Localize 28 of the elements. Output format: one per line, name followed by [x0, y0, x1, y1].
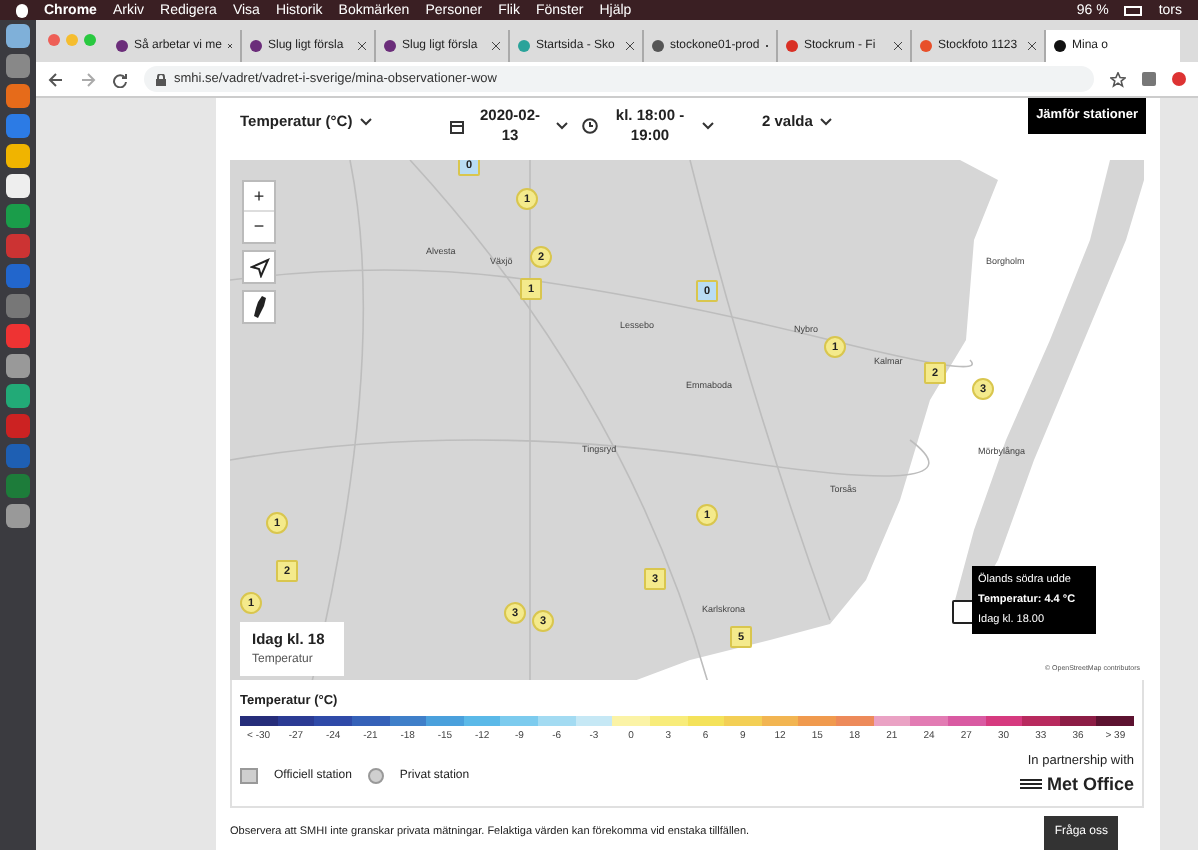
back-icon[interactable] — [48, 71, 64, 87]
chevron-icon — [360, 117, 373, 126]
zoom-out-button[interactable]: − — [244, 212, 274, 243]
locate-button[interactable] — [242, 250, 276, 285]
official-station-swatch — [240, 768, 258, 785]
chevron-icon — [556, 122, 568, 130]
chevron-icon — [702, 122, 714, 130]
sweden-shape-icon — [253, 296, 265, 319]
star-icon[interactable] — [1110, 71, 1126, 87]
forward-icon[interactable] — [80, 71, 96, 87]
dock-app-icon[interactable] — [6, 174, 30, 198]
reload-icon[interactable] — [112, 71, 128, 87]
clock-icon — [582, 118, 598, 134]
navigation-arrow-icon — [249, 257, 269, 278]
private-station-swatch — [367, 768, 384, 785]
calendar-icon — [450, 119, 464, 133]
zoom-in-button[interactable]: + — [244, 182, 274, 213]
dock-app-icon[interactable] — [6, 144, 30, 168]
dock-app-icon[interactable] — [6, 354, 30, 378]
chevron-icon — [820, 117, 833, 126]
battery-icon — [1124, 5, 1143, 15]
lock-icon — [156, 73, 166, 85]
extension-icon[interactable] — [1172, 72, 1186, 86]
met-office-logo: Met Office — [1020, 771, 1134, 798]
country-button[interactable] — [242, 290, 276, 325]
apple-logo-icon[interactable] — [16, 3, 28, 17]
dock-app-icon[interactable] — [6, 24, 30, 48]
dock-app-icon[interactable] — [6, 504, 30, 528]
